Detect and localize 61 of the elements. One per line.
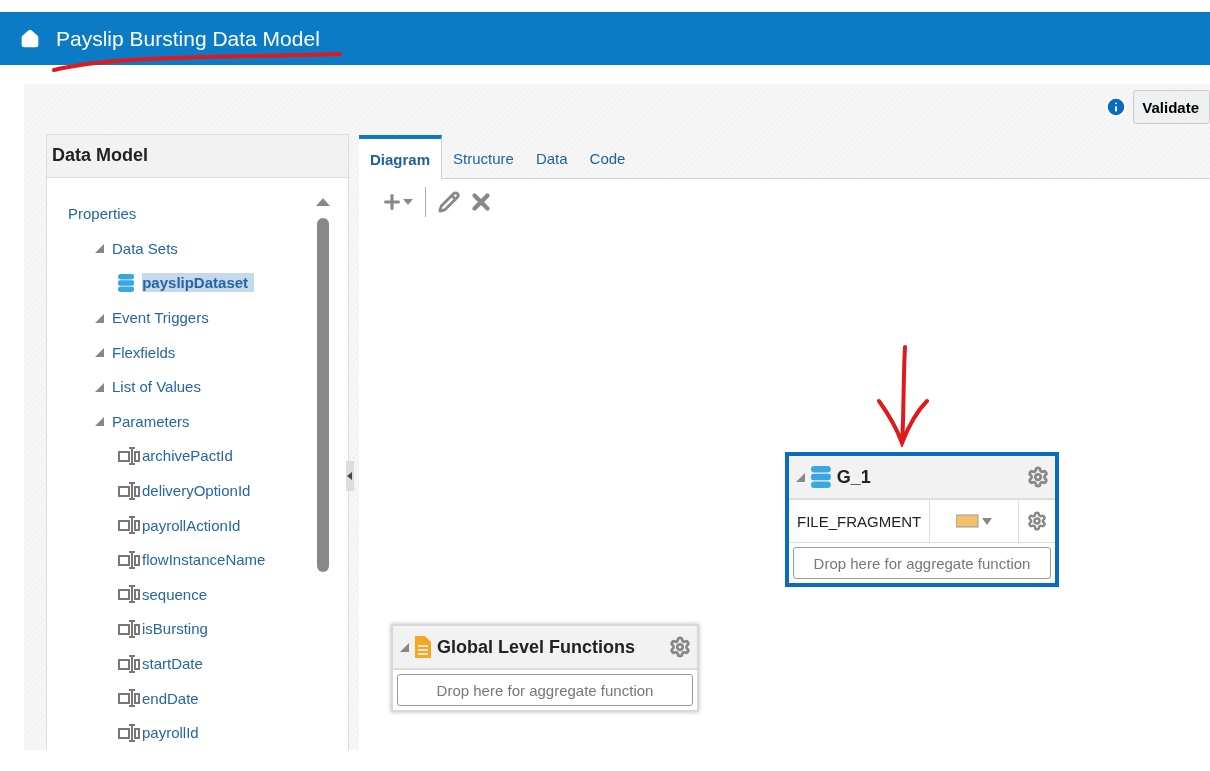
tree-item[interactable]: Event Triggers (112, 309, 209, 327)
properties-link[interactable]: Properties (68, 205, 137, 223)
tree-item[interactable]: deliveryOptionId (142, 481, 257, 501)
tab[interactable]: Data (524, 138, 579, 178)
info-icon[interactable] (1105, 96, 1128, 118)
aggregate-drop-zone[interactable]: Drop here for aggregate function (397, 674, 693, 706)
parameter-icon (118, 654, 140, 673)
database-icon (118, 274, 135, 292)
tab[interactable]: Diagram (359, 135, 443, 179)
parameter-icon (118, 689, 140, 708)
page-title: Payslip Bursting Data Model (56, 26, 320, 51)
tree-item[interactable]: endDate (142, 688, 205, 708)
document-icon (415, 636, 431, 658)
xml-icon[interactable] (956, 514, 993, 528)
settings-icon[interactable] (669, 636, 691, 658)
group-node[interactable]: G_1 FILE_FRAGMENT Drop here for aggregate function (785, 452, 1059, 587)
expanded-triangle-icon[interactable] (795, 472, 805, 482)
tree-item[interactable]: archivePactId (142, 446, 239, 466)
add-button[interactable] (381, 191, 413, 213)
pencil-icon (438, 191, 460, 213)
tree-item[interactable]: Flexfields (112, 343, 176, 361)
tree-item[interactable]: flowInstanceName (142, 550, 272, 570)
validate-button[interactable]: Validate (1133, 90, 1210, 124)
database-icon (811, 466, 831, 488)
expanded-triangle-icon[interactable] (94, 381, 104, 392)
parameter-icon (118, 723, 140, 742)
tree-item[interactable]: isBursting (142, 619, 214, 639)
tree-item[interactable]: sequence (142, 584, 214, 604)
group-node[interactable]: Global Level Functions Drop here for aggregate function (391, 624, 699, 712)
tree-item[interactable]: List of Values (112, 378, 201, 396)
tree-item[interactable]: payrollActionId (142, 515, 247, 535)
tree-item[interactable]: startDate (142, 654, 209, 673)
parameter-icon (118, 481, 140, 500)
expanded-triangle-icon[interactable] (94, 243, 104, 254)
home-icon[interactable] (20, 28, 40, 49)
field-name: FILE_FRAGMENT (789, 500, 931, 542)
aggregate-drop-zone[interactable]: Drop here for aggregate function (793, 547, 1051, 579)
settings-icon[interactable] (1027, 466, 1049, 488)
tab[interactable]: Structure (442, 138, 525, 178)
tree-item[interactable]: Data Sets (112, 239, 178, 257)
tree-item[interactable]: payslipDataset (142, 273, 255, 293)
expanded-triangle-icon[interactable] (94, 347, 104, 358)
tree-item[interactable]: Parameters (112, 412, 190, 430)
parameter-icon (118, 619, 140, 638)
plus-icon (381, 191, 403, 213)
expanded-triangle-icon[interactable] (399, 642, 409, 652)
collapse-handle[interactable] (346, 461, 354, 491)
parameter-icon (118, 516, 140, 535)
parameter-icon (118, 446, 140, 465)
node-title: G_1 (836, 466, 872, 488)
panel-title: Data Model (52, 145, 148, 167)
node-title: Global Level Functions (437, 636, 637, 658)
parameter-icon (118, 585, 140, 604)
edit-button[interactable] (438, 191, 460, 213)
expanded-triangle-icon[interactable] (94, 312, 104, 323)
caret-icon (403, 198, 413, 206)
tab[interactable]: Code (578, 138, 637, 178)
expanded-triangle-icon[interactable] (94, 416, 104, 427)
parameter-icon (118, 550, 140, 569)
tree-item[interactable]: payrollId (142, 723, 205, 743)
settings-icon[interactable] (1027, 511, 1048, 531)
